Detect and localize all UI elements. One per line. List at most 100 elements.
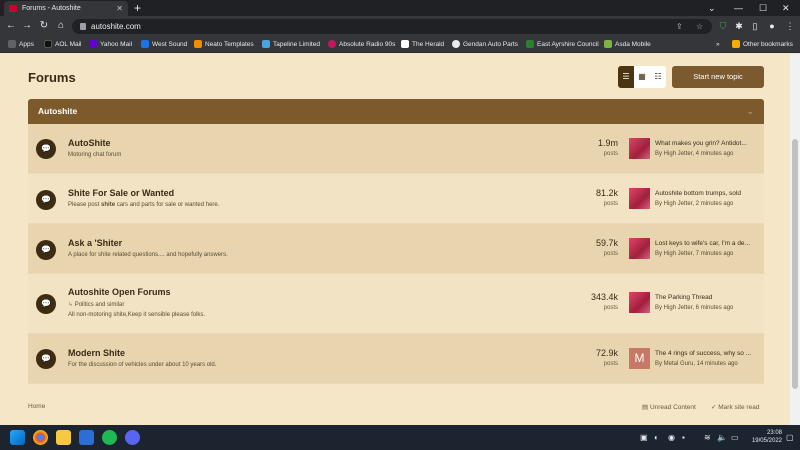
menu-dots-icon[interactable]: ⋮ (783, 19, 797, 34)
grid-view-icon[interactable]: ▦ (634, 66, 650, 88)
file-explorer-icon[interactable] (56, 430, 71, 445)
bookmark-yahoo-mail[interactable]: Yahoo Mail (89, 37, 132, 53)
latest-topic-meta: By High Jetter, 2 minutes ago (655, 201, 734, 207)
tab-search-icon[interactable]: ⌄ (708, 0, 716, 16)
chevron-down-icon[interactable]: ⌄ (746, 99, 754, 124)
post-count: 1.9m (597, 138, 618, 148)
user-avatar[interactable] (629, 138, 650, 159)
absolute-radio-icon (328, 39, 336, 48)
chrome-icon[interactable] (33, 430, 48, 445)
breadcrumb-home[interactable]: Home (28, 403, 45, 410)
user-avatar[interactable] (629, 188, 650, 209)
windows-start-icon[interactable] (10, 430, 25, 445)
latest-topic-meta: By Metal Guru, 14 minutes ago (655, 361, 738, 367)
tray-spotify-icon[interactable]: ◉ (668, 432, 675, 443)
bookmark-asda-mobile[interactable]: Asda Mobile (604, 37, 651, 53)
system-clock[interactable]: 23:08 19/05/2022 (742, 429, 782, 445)
bookmark-neato-templates[interactable]: Neato Templates (194, 37, 254, 53)
post-count: 343.4k (590, 292, 618, 302)
bookmark-the-herald[interactable]: The Herald (401, 37, 444, 53)
neato-icon (194, 39, 202, 48)
asda-icon (604, 39, 612, 48)
tray-app-icon[interactable]: ◐ (654, 432, 659, 443)
bookmark-other[interactable]: Other bookmarks (732, 37, 793, 53)
unread-content-link[interactable]: ▤ Unread Content (642, 403, 696, 411)
close-tab-icon[interactable]: ✕ (116, 1, 123, 16)
subforum-arrow-icon: ↳ (68, 302, 75, 308)
tray-app2-icon[interactable]: ▪ (682, 432, 685, 443)
west-sound-icon (141, 39, 149, 48)
forum-description: Motoring chat forum (68, 152, 122, 158)
reload-icon[interactable]: ↻ (37, 18, 51, 34)
share-icon[interactable]: ⇪ (676, 19, 683, 34)
bookmark-star-icon[interactable]: ☆ (696, 19, 703, 34)
outlook-icon[interactable] (79, 430, 94, 445)
browser-tab[interactable]: Forums - Autoshite ✕ (4, 1, 128, 16)
category-header[interactable]: Autoshite ⌄ (28, 99, 764, 124)
discord-icon[interactable] (125, 430, 140, 445)
forum-title[interactable]: Modern Shite (68, 348, 125, 358)
sidebar-icon[interactable]: ▯ (748, 19, 762, 34)
user-avatar[interactable]: M (629, 348, 650, 369)
bookmark-gendan-auto-parts[interactable]: Gendan Auto Parts (452, 37, 518, 53)
bookmark-tapeline-limited[interactable]: Tapeline Limited (262, 37, 320, 53)
latest-topic-link[interactable]: What makes you grin? Antidot... (655, 140, 758, 147)
compact-view-icon[interactable]: ☷ (650, 66, 666, 88)
aol-icon (44, 39, 52, 48)
forum-title[interactable]: Shite For Sale or Wanted (68, 188, 174, 198)
page-scrollbar[interactable] (790, 54, 800, 425)
url-text[interactable]: autoshite.com (91, 19, 141, 34)
battery-icon[interactable]: ▭ (731, 432, 739, 443)
close-window-icon[interactable]: ✕ (782, 0, 790, 16)
latest-topic-link[interactable]: Lost keys to wife's car, I'm a de... (655, 240, 758, 247)
bookmark-apps[interactable]: Apps (8, 37, 34, 53)
forum-title[interactable]: AutoShite (68, 138, 111, 148)
minimize-icon[interactable]: — (734, 0, 743, 16)
bookmark-aol-mail[interactable]: AOL Mail (44, 37, 82, 53)
latest-topic-link[interactable]: The Parking Thread (655, 294, 758, 301)
spotify-icon[interactable] (102, 430, 117, 445)
list-view-icon[interactable]: ☰ (618, 66, 634, 88)
back-icon[interactable]: ← (4, 18, 18, 34)
forward-icon[interactable]: → (20, 18, 34, 34)
lock-icon[interactable] (80, 23, 86, 30)
scrollbar-thumb[interactable] (792, 139, 798, 389)
windows-taskbar: ▣ ◐ ◉ ▪ ≋ 🔈 ▭ 23:08 19/05/2022 ▢ (0, 425, 800, 450)
forum-title[interactable]: Ask a 'Shiter (68, 238, 122, 248)
yahoo-icon (89, 39, 97, 48)
bookmark-absolute-radio[interactable]: Absolute Radio 90s (328, 37, 395, 53)
post-count-label: posts (603, 201, 618, 207)
herald-icon (401, 39, 409, 48)
clock-time: 23:08 (766, 430, 782, 436)
forum-row: 💬 AutoShite Motoring chat forum 1.9m pos… (28, 124, 764, 174)
latest-topic-link[interactable]: The 4 rings of success, why so ... (655, 350, 758, 357)
bookmark-west-sound[interactable]: West Sound (141, 37, 187, 53)
nvidia-icon[interactable]: ▣ (640, 432, 648, 443)
forum-page: Forums ☰ ▦ ☷ Start new topic Autoshite ⌄… (0, 54, 790, 425)
bookmark-east-ayrshire[interactable]: East Ayrshire Council (526, 37, 599, 53)
forum-description: For the discussion of vehicles under abo… (68, 362, 217, 368)
extension-shield-icon[interactable]: ⛉ (716, 19, 730, 34)
user-avatar[interactable] (629, 238, 650, 259)
wifi-icon[interactable]: ≋ (704, 432, 711, 443)
subforum-link[interactable]: ↳ Politics and similar (68, 301, 124, 308)
maximize-icon[interactable]: ☐ (759, 0, 767, 16)
volume-icon[interactable]: 🔈 (717, 432, 727, 443)
forum-title[interactable]: Autoshite Open Forums (68, 287, 171, 297)
start-new-topic-button[interactable]: Start new topic (672, 66, 764, 88)
post-count: 72.9k (595, 348, 618, 358)
category-title[interactable]: Autoshite (38, 99, 77, 124)
extensions-puzzle-icon[interactable]: ✱ (732, 19, 746, 34)
bookmarks-overflow-icon[interactable]: » (716, 37, 720, 53)
tab-title: Forums - Autoshite (22, 5, 81, 12)
home-icon[interactable]: ⌂ (54, 18, 68, 34)
notifications-icon[interactable]: ▢ (786, 432, 794, 443)
address-bar[interactable]: autoshite.com ⇪ ☆ (72, 19, 712, 34)
profile-avatar-icon[interactable]: ● (765, 19, 779, 34)
latest-topic-link[interactable]: Autoshite bottom trumps, sold (655, 190, 758, 197)
mark-site-read-link[interactable]: ✓ Mark site read (711, 403, 759, 411)
browser-toolbar: ← → ↻ ⌂ autoshite.com ⇪ ☆ ⛉ ✱ ▯ ● ⋮ (0, 16, 800, 37)
new-tab-icon[interactable]: + (134, 0, 141, 16)
user-avatar[interactable] (629, 292, 650, 313)
forum-description: All non-motoring shite,Keep it sensible … (68, 312, 206, 318)
